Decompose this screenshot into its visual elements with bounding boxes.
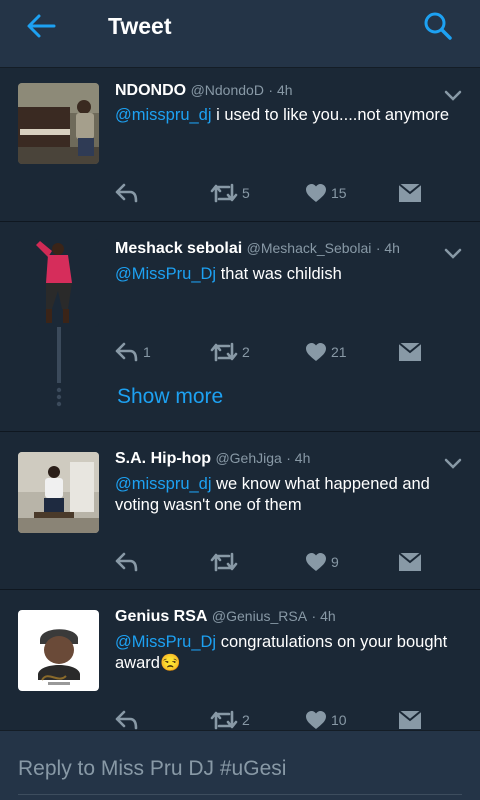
reply-icon: [115, 710, 138, 730]
tweet-header: NDONDO @NdondoD · 4h: [115, 82, 293, 100]
author-handle[interactable]: @Meshack_Sebolai: [247, 240, 372, 256]
author-name[interactable]: Genius RSA: [115, 608, 207, 625]
avatar[interactable]: [18, 239, 99, 327]
author-handle[interactable]: @NdondoD: [191, 82, 264, 98]
back-arrow-icon[interactable]: [22, 10, 62, 42]
tweet-actions: 9: [115, 550, 435, 574]
tweet-time: · 4h: [311, 608, 336, 624]
mention-link[interactable]: @MissPru_Dj: [115, 265, 216, 283]
direct-message-button[interactable]: [399, 708, 421, 732]
author-name[interactable]: S.A. Hip-hop: [115, 450, 211, 467]
chevron-down-icon[interactable]: [442, 246, 464, 262]
heart-icon: [306, 553, 326, 571]
thread-dots-icon: [56, 387, 62, 407]
like-button[interactable]: 21: [305, 340, 347, 364]
reply-button[interactable]: 1: [115, 340, 151, 364]
like-count: 9: [331, 554, 339, 570]
reply-button[interactable]: [115, 550, 143, 574]
search-icon[interactable]: [420, 8, 456, 44]
reply-button[interactable]: [115, 708, 143, 732]
tweet[interactable]: Genius RSA @Genius_RSA · 4h @MissPru_Dj …: [0, 590, 480, 740]
tweet-text: @misspru_dj we know what happened and vo…: [115, 474, 455, 516]
direct-message-icon: [399, 343, 421, 361]
direct-message-icon: [399, 711, 421, 729]
like-count: 21: [331, 344, 347, 360]
direct-message-button[interactable]: [399, 340, 421, 364]
like-count: 15: [331, 185, 347, 201]
tweet-actions: 1 2 21: [115, 340, 435, 364]
mention-link[interactable]: @misspru_dj: [115, 106, 212, 124]
direct-message-button[interactable]: [399, 181, 421, 205]
chevron-down-icon[interactable]: [442, 88, 464, 104]
author-handle[interactable]: @GehJiga: [215, 450, 281, 466]
direct-message-button[interactable]: [399, 550, 421, 574]
mention-link[interactable]: @misspru_dj: [115, 475, 212, 493]
thread-line: [57, 327, 61, 383]
chevron-down-icon[interactable]: [442, 456, 464, 472]
tweet[interactable]: Meshack sebolai @Meshack_Sebolai · 4h @M…: [0, 222, 480, 432]
avatar[interactable]: [18, 610, 99, 691]
tweet[interactable]: S.A. Hip-hop @GehJiga · 4h @misspru_dj w…: [0, 432, 480, 590]
author-handle[interactable]: @Genius_RSA: [212, 608, 307, 624]
heart-icon: [306, 184, 326, 202]
tweet-header: Genius RSA @Genius_RSA · 4h: [115, 608, 336, 626]
like-count: 10: [331, 712, 347, 728]
direct-message-icon: [399, 553, 421, 571]
tweet-time: · 4h: [375, 240, 400, 256]
tweet-actions: 2 10: [115, 708, 435, 732]
avatar[interactable]: [18, 83, 99, 164]
tweet[interactable]: NDONDO @NdondoD · 4h @misspru_dj i used …: [0, 69, 480, 222]
reply-icon: [115, 552, 138, 572]
direct-message-icon: [399, 184, 421, 202]
mention-link[interactable]: @MissPru_Dj: [115, 633, 216, 651]
reply-icon: [115, 183, 138, 203]
top-bar: Tweet: [0, 0, 480, 68]
retweet-icon: [210, 342, 238, 362]
tweet-text: @MissPru_Dj congratulations on your boug…: [115, 632, 455, 674]
heart-icon: [306, 343, 326, 361]
tweet-text-content: i used to like you....not anymore: [211, 106, 450, 124]
tweet-time: · 4h: [268, 82, 293, 98]
tweet-text: @MissPru_Dj that was childish: [115, 264, 455, 285]
reply-button[interactable]: [115, 181, 143, 205]
unamused-face-emoji: 😒: [159, 654, 181, 672]
retweet-button[interactable]: 5: [210, 181, 250, 205]
retweet-button[interactable]: [210, 550, 242, 574]
tweet-text-content: that was childish: [216, 265, 342, 283]
retweet-icon: [210, 710, 238, 730]
reply-input[interactable]: Reply to Miss Pru DJ #uGesi: [18, 755, 462, 795]
retweet-icon: [210, 183, 238, 203]
retweet-count: 2: [242, 712, 250, 728]
retweet-count: 2: [242, 344, 250, 360]
avatar[interactable]: [18, 452, 99, 533]
tweet-header: S.A. Hip-hop @GehJiga · 4h: [115, 450, 310, 468]
reply-count: 1: [143, 344, 151, 360]
author-name[interactable]: NDONDO: [115, 82, 186, 99]
retweet-count: 5: [242, 185, 250, 201]
tweet-text: @misspru_dj i used to like you....not an…: [115, 105, 455, 126]
tweet-time: · 4h: [286, 450, 311, 466]
tweet-actions: 5 15: [115, 181, 435, 205]
retweet-icon: [210, 552, 238, 572]
like-button[interactable]: 10: [305, 708, 347, 732]
show-more-link[interactable]: Show more: [117, 385, 223, 409]
retweet-button[interactable]: 2: [210, 340, 250, 364]
page-title: Tweet: [108, 13, 172, 39]
like-button[interactable]: 15: [305, 181, 347, 205]
like-button[interactable]: 9: [305, 550, 339, 574]
heart-icon: [306, 711, 326, 729]
retweet-button[interactable]: 2: [210, 708, 250, 732]
tweet-header: Meshack sebolai @Meshack_Sebolai · 4h: [115, 240, 400, 258]
reply-icon: [115, 342, 138, 362]
author-name[interactable]: Meshack sebolai: [115, 240, 242, 257]
reply-compose-bar: Reply to Miss Pru DJ #uGesi: [0, 730, 480, 800]
